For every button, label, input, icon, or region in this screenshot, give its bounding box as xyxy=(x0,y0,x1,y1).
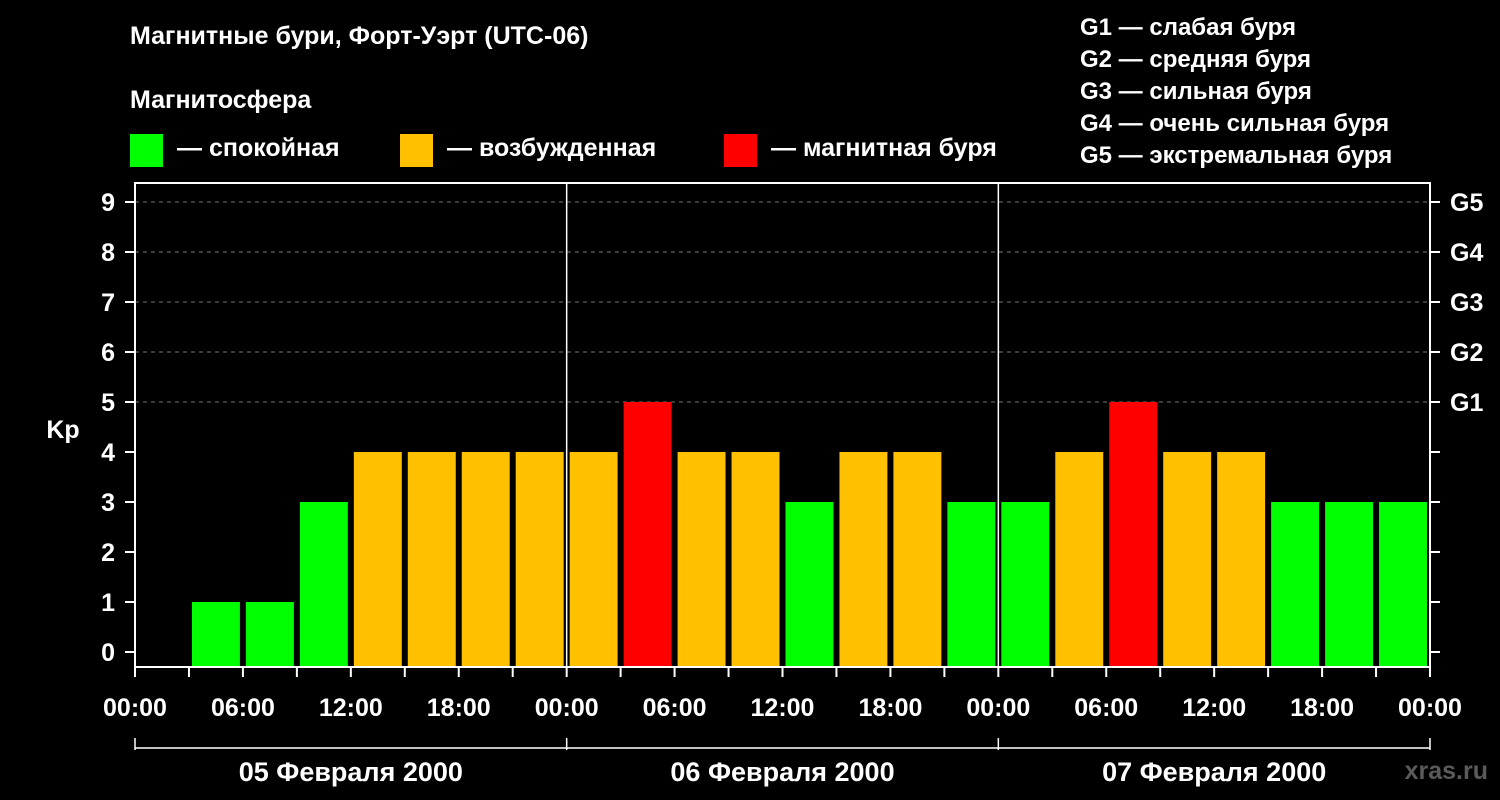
kp-bar xyxy=(569,452,618,667)
g-scale-label: G3 xyxy=(1450,289,1483,317)
y-tick-label: 8 xyxy=(101,239,115,267)
day-label: 06 Февраля 2000 xyxy=(670,757,894,787)
x-tick-label: 12:00 xyxy=(319,694,383,722)
y-tick-label: 7 xyxy=(101,289,115,317)
x-tick-label: 18:00 xyxy=(1290,694,1354,722)
kp-bar xyxy=(245,602,294,667)
kp-bar xyxy=(731,452,780,667)
g-scale-label: G1 xyxy=(1450,389,1483,417)
kp-bar xyxy=(353,452,402,667)
y-tick-label: 0 xyxy=(101,639,115,667)
g-scale-label: G2 xyxy=(1450,339,1483,367)
kp-bar xyxy=(785,502,834,667)
kp-bar xyxy=(191,602,240,667)
day-label: 07 Февраля 2000 xyxy=(1102,757,1326,787)
x-tick-label: 18:00 xyxy=(858,694,922,722)
y-axis-label: Kp xyxy=(46,416,79,444)
x-tick-label: 12:00 xyxy=(751,694,815,722)
y-tick-label: 5 xyxy=(101,389,115,417)
y-tick-label: 3 xyxy=(101,489,115,517)
kp-bar xyxy=(623,402,672,667)
x-tick-label: 00:00 xyxy=(966,694,1030,722)
day-label: 05 Февраля 2000 xyxy=(239,757,463,787)
x-tick-label: 00:00 xyxy=(1398,694,1462,722)
kp-bar xyxy=(407,452,456,667)
kp-bar xyxy=(839,452,888,667)
y-tick-label: 2 xyxy=(101,539,115,567)
kp-bar xyxy=(1217,452,1266,667)
y-tick-label: 6 xyxy=(101,339,115,367)
kp-bar xyxy=(947,502,996,667)
kp-bar xyxy=(893,452,942,667)
y-tick-label: 9 xyxy=(101,189,115,217)
x-tick-label: 12:00 xyxy=(1182,694,1246,722)
kp-bar xyxy=(1001,502,1050,667)
kp-bar xyxy=(1379,502,1427,667)
kp-bar xyxy=(1271,502,1320,667)
kp-bar xyxy=(1163,452,1212,667)
kp-bar xyxy=(515,452,564,667)
kp-bar xyxy=(1325,502,1374,667)
x-tick-label: 00:00 xyxy=(103,694,167,722)
x-tick-label: 06:00 xyxy=(1074,694,1138,722)
kp-bar xyxy=(677,452,726,667)
x-tick-label: 00:00 xyxy=(535,694,599,722)
kp-bar xyxy=(1055,452,1104,667)
x-tick-label: 06:00 xyxy=(643,694,707,722)
kp-bar xyxy=(299,502,348,667)
x-tick-label: 18:00 xyxy=(427,694,491,722)
y-tick-label: 1 xyxy=(101,589,115,617)
g-scale-label: G5 xyxy=(1450,189,1483,217)
kp-bar xyxy=(461,452,510,667)
g-scale-label: G4 xyxy=(1450,239,1483,267)
kp-bar xyxy=(1109,402,1158,667)
x-tick-label: 06:00 xyxy=(211,694,275,722)
y-tick-label: 4 xyxy=(101,439,115,467)
kp-bar-chart: 0 1 2 3 4 5 6 7 8 9 G1 G2 G3 G4 G5 Kp 00:00 06:00 12:00 18:… xyxy=(46,182,1483,787)
watermark: xras.ru xyxy=(1404,757,1488,785)
